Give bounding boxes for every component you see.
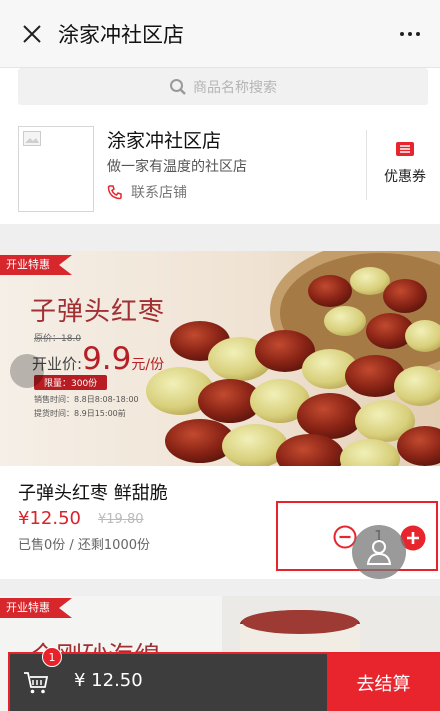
product-price: ¥12.50: [18, 508, 81, 529]
banner-price-value: 9.9: [82, 341, 132, 377]
shop-name: 涂家冲社区店: [107, 130, 222, 152]
banner-pickup-time: 提货时间：8.9日15:00前: [34, 409, 126, 418]
customer-service-avatar[interactable]: [352, 525, 406, 579]
user-icon: [366, 540, 392, 565]
product-name: 子弹头红枣 鲜甜脆: [18, 483, 168, 504]
banner-title: 子弹头红枣: [30, 297, 166, 327]
shop-slogan: 做一家有温度的社区店: [107, 159, 247, 175]
page: 涂家冲社区店 商品名称搜索 涂家冲社区店 做一家有温度的社区店 联系店铺 优惠券…: [0, 0, 440, 711]
close-icon[interactable]: [12, 14, 52, 54]
coupon-button[interactable]: 优惠券: [372, 140, 438, 186]
search-input[interactable]: 商品名称搜索: [18, 68, 428, 105]
banner-price-unit: 元/份: [131, 357, 165, 373]
image-placeholder-icon: [23, 131, 41, 146]
header: 涂家冲社区店: [0, 0, 440, 68]
banner-limit: 限量：300份: [34, 375, 108, 390]
banner-prev-icon[interactable]: [10, 354, 44, 388]
product-original-price: ¥19.80: [98, 512, 144, 527]
contact-shop-link[interactable]: 联系店铺: [107, 182, 187, 202]
bottom-cart-bar: ¥ 12.50 去结算: [10, 654, 440, 711]
contact-label: 联系店铺: [131, 185, 187, 201]
phone-icon: [107, 185, 122, 200]
search-bar: 商品名称搜索: [0, 68, 440, 112]
search-icon: [170, 78, 186, 95]
page-title: 涂家冲社区店: [58, 22, 184, 47]
cart-badge: 1: [42, 647, 62, 667]
divider: [366, 130, 367, 200]
banner-sale-time: 销售时间：8.8日8:08-18:00: [34, 395, 139, 404]
search-placeholder: 商品名称搜索: [193, 79, 277, 96]
more-icon[interactable]: [394, 20, 426, 48]
shop-logo: [18, 126, 94, 212]
coupon-label: 优惠券: [384, 169, 426, 185]
product-banner[interactable]: 开业特惠 子弹头红枣 原价：18.0 开业价:9.9元/份 限量：300份 销售…: [0, 251, 440, 466]
banner-price: 开业价:9.9元/份: [32, 341, 164, 377]
shop-card: 涂家冲社区店 做一家有温度的社区店 联系店铺 优惠券: [0, 112, 440, 224]
highlight-frame: [8, 652, 440, 654]
coupon-icon: [396, 142, 414, 156]
highlight-frame: [8, 652, 10, 711]
cart-total: ¥ 12.50: [74, 670, 143, 691]
product-stock: 已售0份 / 还剩1000份: [18, 538, 150, 553]
checkout-button[interactable]: 去结算: [327, 654, 440, 711]
